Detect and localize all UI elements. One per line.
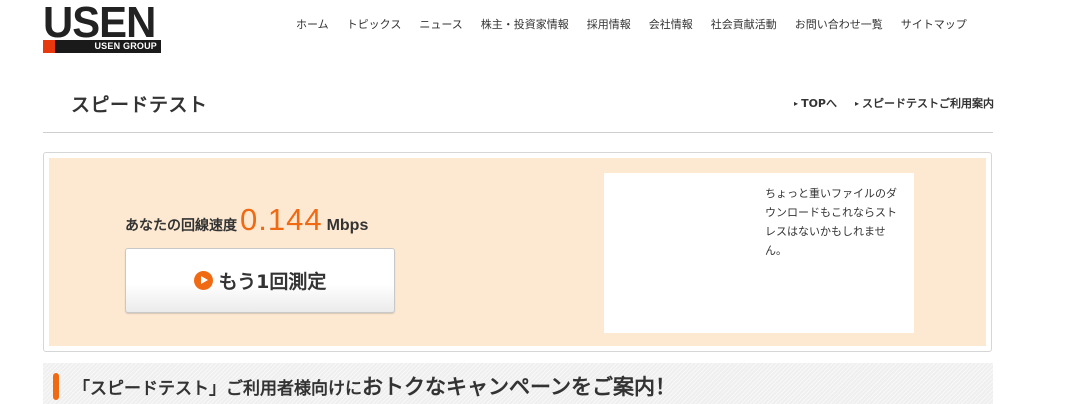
speedtest-guide-link[interactable]: ▸ スピードテストご利用案内 — [855, 96, 994, 112]
nav-news[interactable]: ニュース — [410, 17, 471, 33]
speed-value: 0.144 — [240, 202, 323, 237]
nav-contact[interactable]: お問い合わせ一覧 — [786, 17, 892, 33]
global-nav: ホーム トピックス ニュース 株主・投資家情報 採用情報 会社情報 社会貢献活動… — [287, 17, 976, 33]
nav-home[interactable]: ホーム — [287, 17, 338, 33]
triangle-right-icon: ▸ — [854, 99, 859, 108]
speed-label: あなたの回線速度 — [125, 218, 237, 234]
top-link-label: TOPへ — [801, 97, 837, 110]
remeasure-button[interactable]: もう1回測定 — [125, 248, 395, 313]
usen-logo[interactable]: USEN USEN GROUP — [43, 0, 161, 54]
logo-red-block — [43, 40, 55, 53]
play-circle-icon — [193, 271, 213, 290]
speed-readout: あなたの回線速度0.144 Mbps — [125, 202, 368, 238]
campaign-heading-emphasis: おトクなキャンペーンをご案内！ — [362, 375, 676, 399]
nav-sitemap[interactable]: サイトマップ — [892, 17, 976, 33]
logo-group-text: USEN GROUP — [94, 41, 157, 51]
result-message-box: ちょっと重いファイルのダウンロードもこれならストレスはないかもしれません。 — [604, 173, 914, 333]
nav-topics[interactable]: トピックス — [338, 17, 411, 33]
campaign-accent-bar — [53, 373, 59, 400]
page-sub-nav: ▸ TOPへ ▸ スピードテストご利用案内 — [794, 96, 994, 112]
remeasure-label: もう1回測定 — [218, 271, 327, 293]
title-divider — [43, 132, 993, 133]
logo-wordmark: USEN — [43, 0, 156, 47]
triangle-right-icon: ▸ — [794, 99, 799, 108]
nav-csr[interactable]: 社会貢献活動 — [702, 17, 786, 33]
speed-unit: Mbps — [326, 217, 369, 234]
campaign-heading: 「スピードテスト」ご利用者様向けにおトクなキャンペーンをご案内！ — [73, 371, 676, 401]
nav-company[interactable]: 会社情報 — [640, 17, 702, 33]
campaign-heading-lead: 「スピードテスト」ご利用者様向けに — [73, 379, 362, 399]
page-title: スピードテスト — [71, 94, 208, 116]
result-message: ちょっと重いファイルのダウンロードもこれならストレスはないかもしれません。 — [765, 187, 897, 257]
nav-recruit[interactable]: 採用情報 — [578, 17, 640, 33]
nav-investors[interactable]: 株主・投資家情報 — [472, 17, 578, 33]
logo-group-bar: USEN GROUP — [43, 40, 161, 53]
top-link[interactable]: ▸ TOPへ — [794, 96, 837, 112]
speedtest-guide-label: スピードテストご利用案内 — [862, 97, 994, 110]
result-panel: あなたの回線速度0.144 Mbps もう1回測定 ちょっと重いファイルのダウンロ… — [43, 152, 992, 352]
campaign-banner: 「スピードテスト」ご利用者様向けにおトクなキャンペーンをご案内！ — [43, 363, 993, 404]
result-panel-inner: あなたの回線速度0.144 Mbps もう1回測定 ちょっと重いファイルのダウンロ… — [49, 158, 986, 346]
